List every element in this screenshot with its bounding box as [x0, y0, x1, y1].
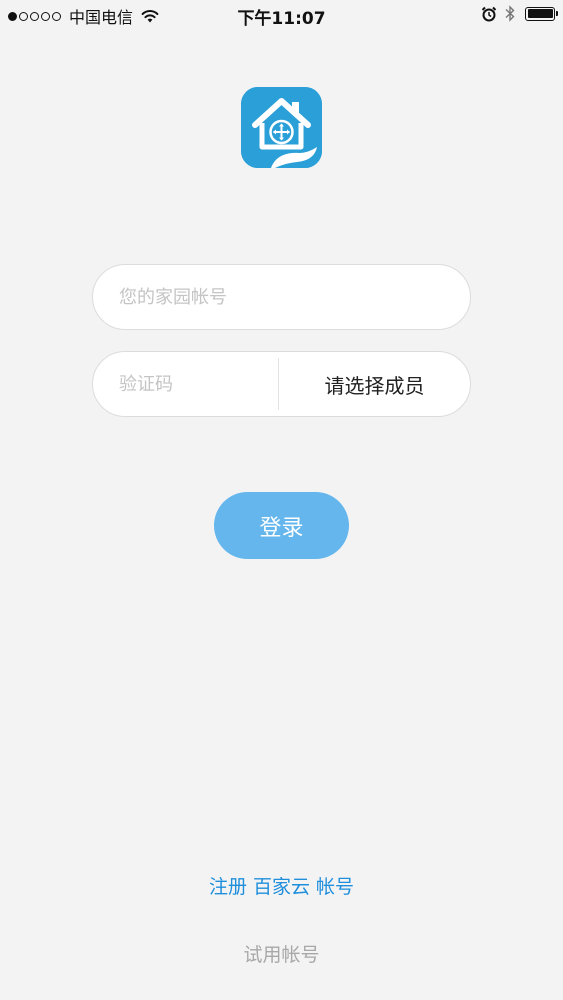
account-field [92, 264, 471, 330]
register-link[interactable]: 注册 百家云 帐号 [0, 872, 563, 899]
bluetooth-icon [505, 5, 515, 22]
login-screen: 中国电信 下午11:07 您的家园帐号 验证码 请选择成员 登录 注册 百家云 … [0, 0, 563, 1000]
house-move-arrows-icon [241, 87, 322, 168]
status-bar: 中国电信 下午11:07 [0, 0, 563, 30]
status-time: 下午11:07 [237, 9, 326, 29]
status-right [481, 5, 558, 22]
battery-fill [527, 9, 553, 18]
member-select-button[interactable]: 请选择成员 [279, 352, 470, 416]
battery-icon [525, 6, 558, 21]
app-logo [241, 87, 322, 168]
verification-code-input[interactable] [119, 352, 269, 416]
login-button[interactable]: 登录 [214, 492, 349, 559]
code-field: 请选择成员 [92, 351, 471, 417]
alarm-icon [481, 6, 497, 21]
trial-account-link[interactable]: 试用帐号 [0, 940, 563, 967]
account-input[interactable] [119, 265, 439, 329]
